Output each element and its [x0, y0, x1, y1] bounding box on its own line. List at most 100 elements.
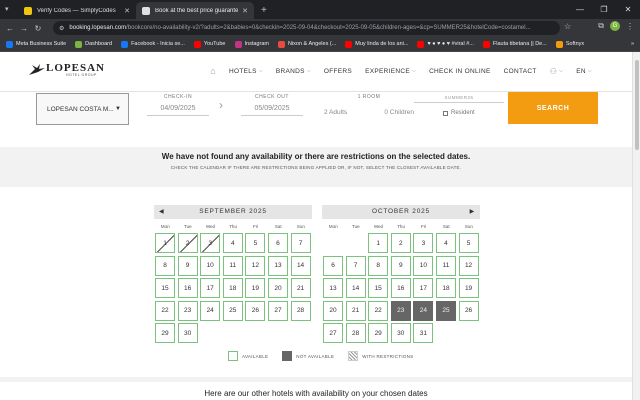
day-cell-available[interactable]: 22	[155, 300, 175, 321]
address-bar[interactable]: ⚙ booking.lopesan.com /bookcore/no-avail…	[53, 21, 560, 35]
profile-avatar[interactable]: G	[610, 21, 620, 31]
scrollbar-thumb[interactable]	[635, 60, 639, 150]
lopesan-logo[interactable]: LOPESAN HOTEL GROUP	[28, 62, 105, 77]
checkin-field[interactable]: CHECK-IN 04/09/2025	[147, 94, 209, 116]
day-cell-available[interactable]: 25	[222, 300, 243, 321]
close-tab-icon[interactable]: ✕	[242, 7, 248, 15]
minimize-icon[interactable]: —	[568, 0, 592, 19]
day-cell-available[interactable]: 16	[177, 278, 198, 298]
day-cell-available[interactable]: 1	[368, 233, 389, 253]
day-cell-available[interactable]: 5	[458, 233, 479, 253]
day-cell-available[interactable]: 22	[368, 300, 389, 321]
day-cell-available[interactable]: 29	[155, 323, 175, 343]
nav-item-brands[interactable]: BRANDS ⌵	[276, 68, 311, 75]
search-button[interactable]: SEARCH	[508, 92, 598, 124]
extensions-icon[interactable]: ⧉	[598, 21, 604, 31]
day-cell-available[interactable]: 11	[435, 255, 456, 276]
day-cell-available[interactable]: 19	[458, 278, 479, 298]
day-cell-available[interactable]: 17	[200, 278, 221, 298]
day-cell-available[interactable]: 11	[222, 255, 243, 276]
day-cell-available[interactable]: 6	[267, 233, 288, 253]
day-cell-available[interactable]: 13	[267, 255, 288, 276]
tab-lopesan-booking[interactable]: Book at the best price guarante ✕	[136, 2, 254, 19]
new-tab-button[interactable]: +	[254, 5, 274, 19]
nav-item-check-in-online[interactable]: CHECK IN ONLINE	[429, 68, 491, 75]
day-cell-available[interactable]: 31	[413, 323, 434, 343]
nav-item-contact[interactable]: CONTACT	[504, 68, 537, 75]
menu-icon[interactable]: ⋮	[626, 22, 634, 31]
day-cell-available[interactable]: 21	[290, 278, 311, 298]
page-scrollbar[interactable]	[632, 52, 640, 400]
day-cell-available[interactable]: 14	[290, 255, 311, 276]
all-bookmarks-button[interactable]: »	[631, 37, 634, 51]
day-cell-available[interactable]: 15	[368, 278, 389, 298]
nav-item-offers[interactable]: OFFERS	[324, 68, 352, 75]
next-month-icon[interactable]: ▶	[470, 205, 475, 219]
checkout-field[interactable]: CHECK OUT 05/09/2025	[241, 94, 303, 116]
bookmark-item[interactable]: YouTube	[193, 40, 226, 48]
bookmark-item[interactable]: Instagram	[234, 40, 269, 48]
day-cell-available[interactable]: 13	[323, 278, 343, 298]
day-cell-restricted[interactable]: 3	[200, 233, 221, 253]
day-cell-available[interactable]: 14	[345, 278, 366, 298]
day-cell-available[interactable]: 29	[368, 323, 389, 343]
day-cell-available[interactable]: 10	[413, 255, 434, 276]
maximize-icon[interactable]: ❐	[592, 0, 616, 19]
day-cell-available[interactable]: 26	[458, 300, 479, 321]
day-cell-available[interactable]: 20	[267, 278, 288, 298]
bookmark-star-icon[interactable]: ☆	[564, 22, 571, 31]
bookmark-item[interactable]: Meta Business Suite	[6, 40, 66, 48]
day-cell-available[interactable]: 18	[222, 278, 243, 298]
bookmark-item[interactable]: ♥ ● ♥ ● ♥ #viral #...	[417, 40, 474, 48]
day-cell-available[interactable]: 5	[245, 233, 266, 253]
day-cell-available[interactable]: 30	[390, 323, 411, 343]
site-info-icon[interactable]: ⚙	[59, 25, 64, 32]
promo-code-field[interactable]: SUMMER25 Resident	[414, 95, 504, 116]
day-cell-available[interactable]: 15	[155, 278, 175, 298]
day-cell-available[interactable]: 27	[267, 300, 288, 321]
day-cell-available[interactable]: 4	[222, 233, 243, 253]
nav-item-experience[interactable]: EXPERIENCE ⌵	[365, 68, 416, 75]
day-cell-available[interactable]: 26	[245, 300, 266, 321]
day-cell-available[interactable]: 28	[290, 300, 311, 321]
day-cell-restricted[interactable]: 2	[177, 233, 198, 253]
bookmark-item[interactable]: Softnyx	[555, 40, 584, 48]
nav-item-hotels[interactable]: HOTELS ⌵	[229, 68, 263, 75]
day-cell-available[interactable]: 19	[245, 278, 266, 298]
day-cell-available[interactable]: 27	[323, 323, 343, 343]
bookmark-item[interactable]: Dashboard	[75, 40, 112, 48]
day-cell-available[interactable]: 8	[155, 255, 175, 276]
day-cell-available[interactable]: 16	[390, 278, 411, 298]
reload-icon[interactable]: ↻	[31, 24, 45, 33]
day-cell-available[interactable]: 23	[177, 300, 198, 321]
room-selector[interactable]: 1 ROOM 2 Adults 0 Children	[324, 94, 414, 116]
bookmark-item[interactable]: Facebook - Inicia se...	[121, 40, 185, 48]
resident-checkbox[interactable]: Resident	[414, 110, 504, 116]
close-tab-icon[interactable]: ✕	[124, 7, 130, 15]
day-cell-available[interactable]: 7	[290, 233, 311, 253]
day-cell-available[interactable]: 4	[435, 233, 456, 253]
day-cell-available[interactable]: 18	[435, 278, 456, 298]
back-icon[interactable]: ←	[3, 24, 17, 33]
day-cell-available[interactable]: 9	[390, 255, 411, 276]
language-selector[interactable]: EN ⌵	[576, 68, 592, 75]
day-cell-available[interactable]: 12	[245, 255, 266, 276]
bookmark-item[interactable]: Flauta tibetana || De...	[482, 40, 547, 48]
day-cell-available[interactable]: 8	[368, 255, 389, 276]
day-cell-available[interactable]: 6	[323, 255, 343, 276]
day-cell-available[interactable]: 3	[413, 233, 434, 253]
day-cell-available[interactable]: 12	[458, 255, 479, 276]
day-cell-available[interactable]: 24	[200, 300, 221, 321]
day-cell-available[interactable]: 20	[323, 300, 343, 321]
forward-icon[interactable]: →	[17, 24, 31, 33]
day-cell-available[interactable]: 28	[345, 323, 366, 343]
close-window-icon[interactable]: ✕	[616, 0, 640, 19]
day-cell-available[interactable]: 10	[200, 255, 221, 276]
day-cell-available[interactable]: 30	[177, 323, 198, 343]
bookmark-item[interactable]: Nixon & Angeles (...	[277, 40, 336, 48]
day-cell-available[interactable]: 17	[413, 278, 434, 298]
bookmark-item[interactable]: Muy linda de los ani...	[345, 40, 408, 48]
prev-month-icon[interactable]: ◀	[159, 205, 164, 219]
day-cell-available[interactable]: 7	[345, 255, 366, 276]
user-icon[interactable]: ⚇ ⌵	[550, 67, 564, 76]
